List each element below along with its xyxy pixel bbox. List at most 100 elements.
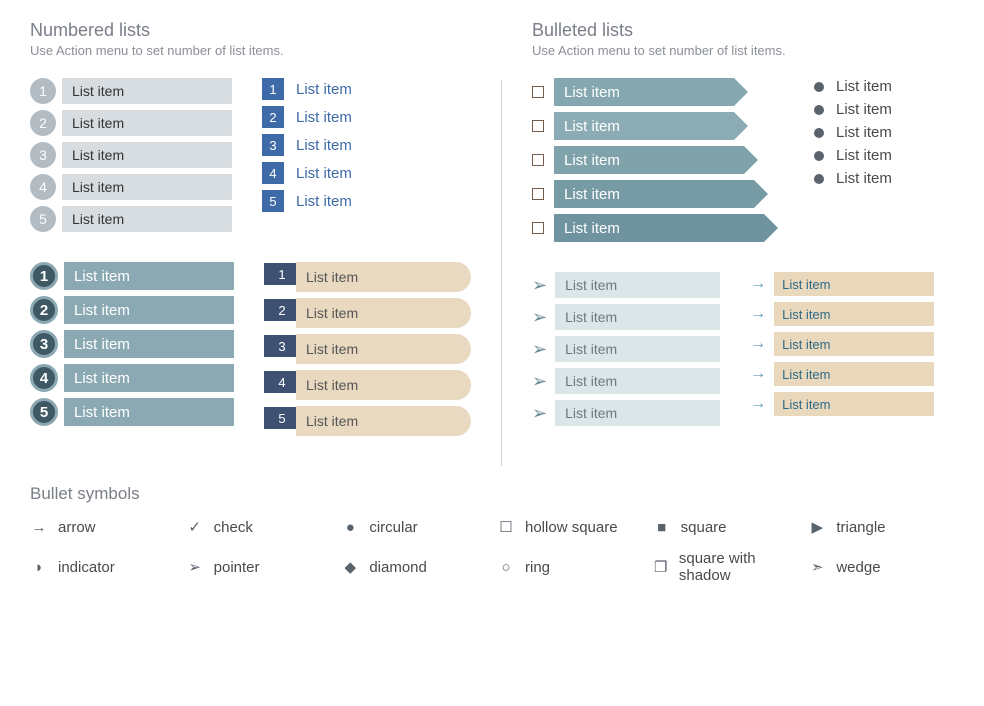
item-label: List item — [555, 400, 720, 426]
number-badge: 1 — [30, 262, 58, 290]
list-item: 2 List item — [262, 106, 352, 128]
arrow-icon: → — [750, 305, 766, 323]
list-style-c: 1List item 2List item 3List item 4List i… — [30, 262, 234, 436]
symbol-label: triangle — [836, 519, 885, 536]
list-item: List item — [532, 112, 764, 140]
symbol-label: arrow — [58, 519, 96, 536]
number-badge: 5 — [30, 206, 56, 232]
list-style-a: 1List item 2List item 3List item 4List i… — [30, 78, 232, 232]
circular-icon: ● — [341, 519, 359, 536]
circular-icon — [814, 82, 824, 92]
list-item: →List item — [750, 302, 934, 326]
symbol-square: ■ square — [653, 518, 799, 536]
symbol-label: check — [214, 519, 253, 536]
list-style-h: →List item →List item →List item →List i… — [750, 272, 934, 426]
symbol-label: circular — [369, 519, 417, 536]
number-badge: 3 — [30, 142, 56, 168]
item-label: List item — [296, 370, 471, 400]
triangle-icon: ▶ — [808, 518, 826, 536]
ring-icon: ○ — [497, 559, 515, 576]
list-item: List item — [814, 78, 892, 95]
number-badge: 2 — [262, 106, 284, 128]
item-label: List item — [64, 262, 234, 290]
bullet-symbols-section: Bullet symbols →arrow ✓check ●circular ☐… — [30, 484, 954, 584]
number-badge: 3 — [264, 335, 300, 357]
item-label: List item — [296, 165, 352, 182]
item-label: List item — [62, 206, 232, 232]
list-item: 1List item — [30, 262, 234, 290]
item-label: List item — [62, 78, 232, 104]
list-item: 2List item — [30, 296, 234, 324]
item-label: List item — [774, 362, 934, 386]
hollow-square-icon — [532, 222, 544, 234]
item-label: List item — [836, 124, 892, 141]
number-badge: 4 — [264, 371, 300, 393]
item-label: List item — [554, 214, 764, 242]
hollow-square-icon — [532, 154, 544, 166]
item-label: List item — [836, 147, 892, 164]
symbol-pointer: ➢pointer — [186, 550, 332, 584]
list-item: →List item — [750, 272, 934, 296]
pointer-icon: ➢ — [532, 339, 547, 360]
number-badge: 4 — [262, 162, 284, 184]
number-badge: 4 — [30, 364, 58, 392]
list-style-d: 1List item 2List item 3List item 4List i… — [264, 262, 471, 436]
diamond-icon: ◆ — [341, 558, 359, 576]
item-label: List item — [554, 180, 754, 208]
symbol-label: indicator — [58, 559, 115, 576]
number-badge: 1 — [264, 263, 300, 285]
item-label: List item — [64, 398, 234, 426]
symbol-label: wedge — [836, 559, 880, 576]
symbol-label: hollow square — [525, 519, 618, 536]
list-item: 4List item — [264, 370, 471, 400]
item-label: List item — [64, 330, 234, 358]
list-item: List item — [814, 124, 892, 141]
item-label: List item — [296, 406, 471, 436]
square-icon: ■ — [653, 519, 671, 536]
number-badge: 5 — [262, 190, 284, 212]
item-label: List item — [555, 272, 720, 298]
pointer-icon: ➢ — [532, 275, 547, 296]
item-label: List item — [62, 174, 232, 200]
list-item: 3List item — [264, 334, 471, 364]
number-badge: 3 — [30, 330, 58, 358]
list-item: 2List item — [264, 298, 471, 328]
list-item: 3List item — [30, 142, 232, 168]
circular-icon — [814, 105, 824, 115]
list-item: 4 List item — [262, 162, 352, 184]
list-style-b: 1List item 2List item 3List item 4List i… — [262, 78, 352, 232]
indicator-icon: ◗ — [30, 559, 48, 576]
bulleted-title: Bulleted lists — [532, 20, 954, 41]
item-label: List item — [555, 368, 720, 394]
hollow-square-icon — [532, 86, 544, 98]
symbol-arrow: → arrow — [30, 518, 176, 536]
item-label: List item — [296, 109, 352, 126]
list-item: 5List item — [30, 398, 234, 426]
item-label: List item — [836, 78, 892, 95]
arrow-icon: → — [30, 519, 48, 536]
list-item: 1List item — [264, 262, 471, 292]
symbol-indicator: ◗ indicator — [30, 550, 176, 584]
list-item: 5List item — [30, 206, 232, 232]
list-item: List item — [532, 214, 764, 242]
list-item: →List item — [750, 392, 934, 416]
item-label: List item — [554, 146, 744, 174]
number-badge: 1 — [30, 78, 56, 104]
arrow-icon: → — [750, 395, 766, 413]
arrow-icon: → — [750, 275, 766, 293]
symbol-label: square — [681, 519, 727, 536]
item-label: List item — [555, 336, 720, 362]
item-label: List item — [296, 298, 471, 328]
item-label: List item — [64, 296, 234, 324]
item-label: List item — [555, 304, 720, 330]
item-label: List item — [296, 193, 352, 210]
list-item: ➢List item — [532, 400, 720, 426]
item-label: List item — [836, 170, 892, 187]
list-item: →List item — [750, 362, 934, 386]
symbol-label: square with shadow — [679, 550, 798, 584]
list-style-g: ➢List item ➢List item ➢List item ➢List i… — [532, 272, 720, 426]
list-style-e: List item List item List item List item … — [532, 78, 764, 242]
numbered-subtitle: Use Action menu to set number of list it… — [30, 43, 471, 58]
circular-icon — [814, 174, 824, 184]
list-item: List item — [814, 170, 892, 187]
